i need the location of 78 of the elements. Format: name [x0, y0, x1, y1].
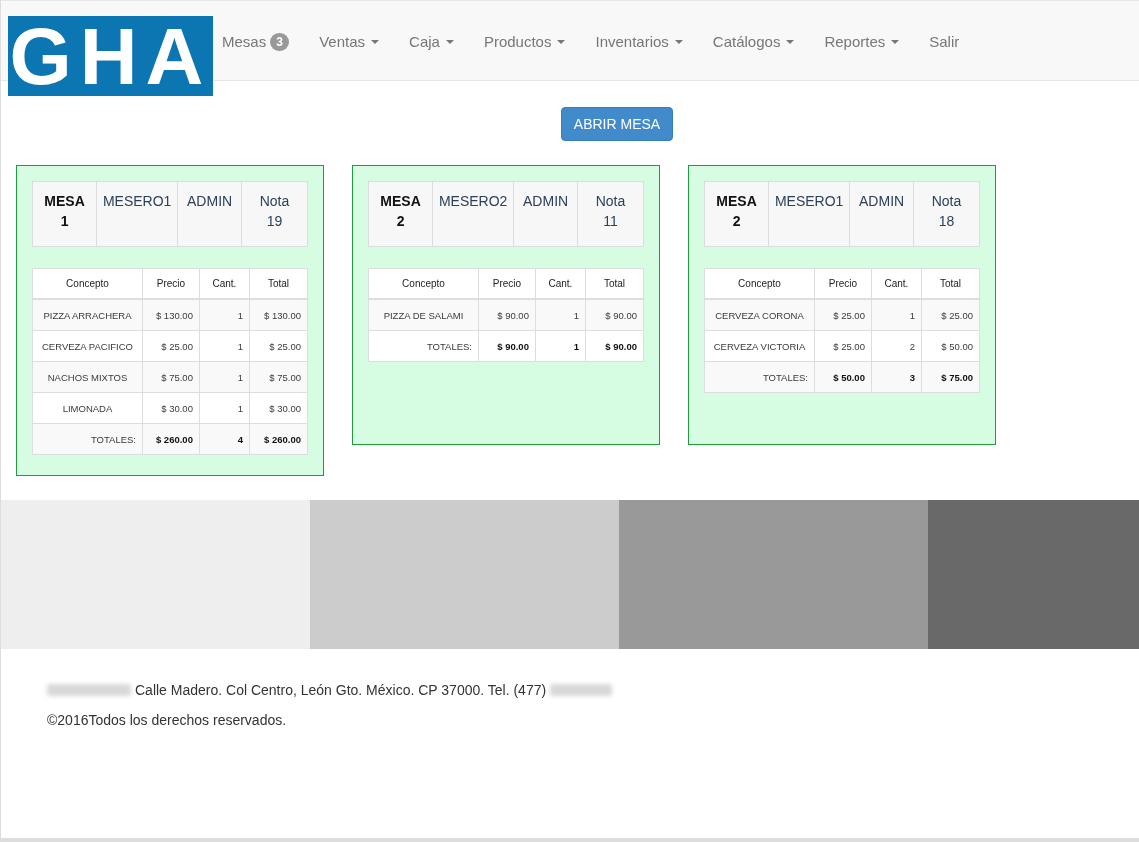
note-label: Nota [259, 192, 290, 211]
total-cell: 4 [199, 423, 250, 455]
table-number: 1 [60, 212, 69, 231]
nav-link[interactable]: Ventas [304, 32, 395, 52]
count-badge: 3 [270, 33, 290, 51]
table-cell: PIZZA DE SALAMI [368, 299, 479, 331]
nav-link[interactable]: Reportes [809, 32, 915, 52]
table-cell: $ 75.00 [249, 361, 308, 393]
table-cell: 1 [871, 299, 922, 331]
copyright-text: ©2016Todos los derechos reservados. [47, 711, 288, 730]
waiter-name: MESERO1 [774, 192, 844, 211]
table-label: MESA [44, 192, 85, 211]
table-cell: 1 [535, 299, 586, 331]
note-label: Nota [931, 192, 962, 211]
note-number: 11 [603, 212, 618, 231]
table-cell: 1 [199, 299, 250, 331]
caret-icon [557, 40, 566, 44]
total-cell: $ 260.00 [142, 423, 200, 455]
table-cell: $ 25.00 [142, 330, 200, 362]
table-cell: $ 25.00 [814, 299, 872, 331]
user-name: ADMIN [859, 192, 905, 211]
user-name: ADMIN [187, 192, 233, 211]
address-text: Calle Madero. Col Centro, León Gto. México. CP 37000. Tel. (477) [135, 681, 547, 700]
totals-label: TOTALES: [704, 361, 815, 393]
totals-label: TOTALES: [368, 330, 479, 362]
table-cell: $ 130.00 [142, 299, 200, 331]
table-cell: PIZZA ARRACHERA [32, 299, 143, 331]
total-cell: $ 50.00 [814, 361, 872, 393]
total-cell: $ 75.00 [921, 361, 980, 393]
table-cell: $ 130.00 [249, 299, 308, 331]
table-label: MESA [380, 192, 421, 211]
waiter-name: MESERO2 [438, 192, 508, 211]
table-cell: $ 50.00 [921, 330, 980, 362]
table-cell: $ 30.00 [142, 392, 200, 424]
nav-link[interactable]: Mesas 3 [213, 32, 305, 52]
caret-icon [445, 40, 454, 44]
user-name: ADMIN [523, 192, 569, 211]
total-cell: 3 [871, 361, 922, 393]
totals-label: TOTALES: [32, 423, 143, 455]
total-cell: $ 90.00 [478, 330, 536, 362]
table-cell: NACHOS MIXTOS [32, 361, 143, 393]
total-cell: $ 90.00 [585, 330, 644, 362]
table-number: 2 [396, 212, 405, 231]
caret-icon [891, 40, 900, 44]
blurred-text [550, 684, 613, 696]
table-cell: 1 [199, 361, 250, 393]
table-cell: $ 75.00 [142, 361, 200, 393]
caret-icon [371, 40, 380, 44]
brand-logo[interactable]: GHA [8, 16, 213, 96]
nav-link[interactable]: Productos [468, 32, 581, 52]
table-cell: 1 [199, 392, 250, 424]
table-cell: CERVEZA PACIFICO [32, 330, 143, 362]
open-table-button[interactable]: ABRIR MESA [560, 107, 674, 141]
nav-link[interactable]: Catálogos [697, 32, 810, 52]
table-cell: CERVEZA CORONA [704, 299, 815, 331]
caret-icon [786, 40, 795, 44]
note-label: Nota [595, 192, 626, 211]
table-cell: $ 25.00 [249, 330, 308, 362]
nav-link[interactable]: Inventarios [580, 32, 698, 52]
nav-link[interactable]: Caja [394, 32, 469, 52]
table-cell: 1 [199, 330, 250, 362]
table-cell: $ 25.00 [814, 330, 872, 362]
total-cell: 1 [535, 330, 586, 362]
caret-icon [674, 40, 683, 44]
table-cell: $ 25.00 [921, 299, 980, 331]
table-cell: 2 [871, 330, 922, 362]
note-number: 19 [266, 212, 283, 231]
table-cell: $ 90.00 [478, 299, 536, 331]
waiter-name: MESERO1 [102, 192, 172, 211]
nav-link[interactable]: Salir [914, 32, 975, 52]
table-cell: LIMONADA [32, 392, 143, 424]
note-number: 18 [938, 212, 955, 231]
table-number: 2 [732, 212, 741, 231]
table-cell: CERVEZA VICTORIA [704, 330, 815, 362]
total-cell: $ 260.00 [249, 423, 308, 455]
table-label: MESA [716, 192, 757, 211]
table-cell: $ 90.00 [585, 299, 644, 331]
table-cell: $ 30.00 [249, 392, 308, 424]
